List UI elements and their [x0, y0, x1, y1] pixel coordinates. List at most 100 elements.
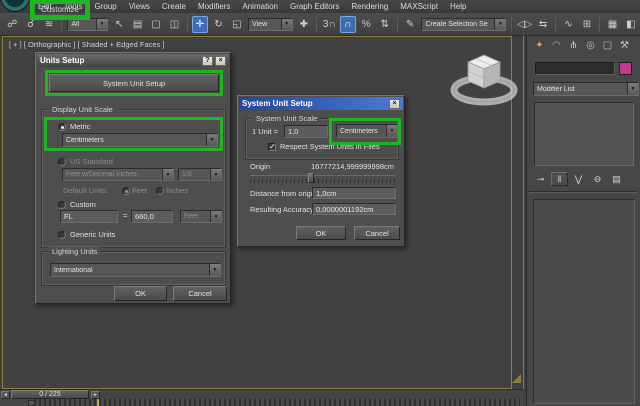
custom-radio[interactable] [58, 201, 66, 209]
object-name-field[interactable] [535, 62, 615, 75]
pin-stack-icon[interactable]: ⊸ [532, 172, 549, 186]
us-standard-radio[interactable] [58, 158, 66, 166]
render-production-icon[interactable]: ◧ [623, 16, 639, 33]
modifier-stack[interactable] [534, 102, 634, 166]
reference-coordinate-system-dropdown[interactable]: View [248, 17, 293, 31]
menu-help[interactable]: Help [444, 1, 472, 12]
ok-button[interactable]: OK [296, 226, 346, 240]
custom-name-field[interactable]: FL [60, 210, 118, 223]
track-bar[interactable] [0, 399, 524, 406]
time-slider-grip[interactable]: 0 / 225 [11, 390, 89, 399]
previous-frame-icon[interactable]: ◄ [1, 391, 10, 399]
schematic-view-icon[interactable]: ⊞ [579, 16, 595, 33]
select-by-name-icon[interactable]: ▤ [129, 16, 145, 33]
select-and-scale-icon[interactable]: ◱ [229, 16, 245, 33]
custom-label: Custom [70, 200, 96, 209]
chevron-down-icon[interactable] [280, 18, 292, 30]
menu-group[interactable]: Group [88, 1, 122, 12]
system-unit-setup-button[interactable]: System Unit Setup [49, 74, 219, 92]
one-unit-label: 1 Unit = [252, 127, 279, 136]
menu-create[interactable]: Create [156, 1, 192, 12]
application-logo-icon[interactable] [1, 0, 29, 11]
menu-edit[interactable]: Edit [32, 1, 58, 12]
slider-handle[interactable] [308, 173, 315, 183]
spinner-snap-toggle-icon[interactable]: ⇅ [376, 16, 392, 33]
chevron-down-icon[interactable] [209, 264, 220, 276]
tab-hierarchy-icon[interactable]: ⋔ [565, 38, 582, 53]
make-unique-icon[interactable]: ⋁ [570, 172, 587, 186]
unlink-selection-icon[interactable]: ☌ [22, 16, 38, 33]
tab-modify-icon[interactable]: ◠ [548, 38, 565, 53]
unit-type-dropdown[interactable]: Centimeters [336, 124, 398, 138]
metric-units-dropdown[interactable]: Centimeters [62, 133, 218, 147]
tab-create-icon[interactable]: ✦ [531, 38, 548, 53]
units-dialog-titlebar[interactable]: Units Setup ? × [37, 54, 229, 67]
origin-slider[interactable] [250, 173, 396, 184]
select-and-link-icon[interactable]: ☍ [4, 16, 20, 33]
chevron-down-icon[interactable] [95, 18, 107, 30]
configure-modifier-sets-icon[interactable]: ▤ [608, 172, 625, 186]
menu-graph-editors[interactable]: Graph Editors [284, 1, 345, 12]
menu-maxscript[interactable]: MAXScript [394, 1, 444, 12]
select-object-icon[interactable]: ↖ [111, 16, 127, 33]
curve-editor-icon[interactable]: ∿ [560, 16, 576, 33]
next-frame-icon[interactable]: ► [91, 391, 100, 399]
unit-value-field[interactable]: 1,0 [284, 125, 328, 138]
chevron-down-icon[interactable] [494, 18, 506, 30]
object-color-swatch[interactable] [619, 62, 632, 75]
cancel-button[interactable]: Cancel [173, 286, 227, 301]
modifier-list-dropdown[interactable]: Modifier List [533, 82, 639, 96]
use-pivot-point-center-icon[interactable]: ✚ [296, 16, 312, 33]
metric-radio[interactable] [58, 123, 66, 131]
panel-divider[interactable] [523, 36, 524, 389]
chevron-down-icon[interactable] [206, 134, 217, 146]
close-icon[interactable]: × [215, 55, 226, 66]
respect-units-checkbox[interactable] [268, 142, 276, 151]
units-dialog-title: Units Setup [40, 56, 85, 65]
tab-motion-icon[interactable]: ◎ [582, 38, 599, 53]
menu-rendering[interactable]: Rendering [345, 1, 394, 12]
edit-named-selection-sets-icon[interactable]: ✎ [402, 16, 418, 33]
selection-filter-dropdown[interactable]: All [67, 17, 108, 31]
angle-snap-toggle-icon[interactable]: ∩ [339, 15, 357, 33]
default-units-label: Default Units: [63, 186, 109, 195]
named-selection-sets-dropdown[interactable]: Create Selection Se [421, 17, 507, 31]
generic-units-radio[interactable] [58, 231, 66, 239]
bind-to-space-warp-icon[interactable]: ≋ [41, 16, 57, 33]
snaps-toggle-icon[interactable]: 3∩ [321, 16, 337, 33]
menu-views[interactable]: Views [123, 1, 156, 12]
tab-utilities-icon[interactable]: ⚒ [616, 38, 633, 53]
remove-modifier-icon[interactable]: ⊖ [589, 172, 606, 186]
tab-display-icon[interactable]: ▢ [599, 38, 616, 53]
align-icon[interactable]: ⇆ [535, 16, 551, 33]
window-crossing-icon[interactable]: ◫ [166, 16, 182, 33]
toolbar-separator [599, 16, 601, 32]
viewcube[interactable] [447, 49, 519, 109]
reference-coordinate-system-dropdown-value: View [252, 20, 268, 28]
help-icon[interactable]: ? [202, 55, 213, 66]
lighting-units-dropdown[interactable]: International [50, 263, 221, 277]
rollout-area[interactable] [533, 199, 635, 404]
close-icon[interactable]: × [389, 98, 400, 109]
cancel-button[interactable]: Cancel [354, 226, 400, 240]
main-toolbar: ☍☌≋ All ↖▤▢◫ ✛↻◱ View ✚ 3∩∩%⇅ ✎ Create Selection… [0, 13, 640, 36]
custom-value-field[interactable]: 660,0 [131, 210, 173, 223]
ok-button[interactable]: OK [114, 286, 167, 301]
render-setup-icon[interactable]: ▦ [604, 16, 620, 33]
show-end-result-icon[interactable]: ‖ [551, 172, 568, 186]
system-dialog-titlebar[interactable]: System Unit Setup × [239, 97, 403, 110]
select-and-move-icon[interactable]: ✛ [191, 15, 209, 33]
command-panel: ✦◠⋔◎▢⚒ Modifier List ⊸‖⋁⊖▤ [526, 36, 640, 406]
viewport-label[interactable]: [ + ] [ Orthographic ] [ Shaded + Edged … [9, 40, 165, 49]
rectangular-selection-region-icon[interactable]: ▢ [148, 16, 164, 33]
chevron-down-icon[interactable] [627, 83, 638, 95]
menu-modifiers[interactable]: Modifiers [192, 1, 236, 12]
menu-tools[interactable]: Tools [58, 1, 89, 12]
menu-animation[interactable]: Animation [236, 1, 284, 12]
select-and-rotate-icon[interactable]: ↻ [210, 16, 226, 33]
percent-snap-toggle-icon[interactable]: % [358, 16, 374, 33]
chevron-down-icon[interactable] [386, 125, 397, 137]
distance-value-field: 1,0cm [312, 187, 396, 199]
mirror-icon[interactable]: ◁▷ [516, 16, 532, 33]
custom-unit-value: Feet [184, 213, 199, 220]
